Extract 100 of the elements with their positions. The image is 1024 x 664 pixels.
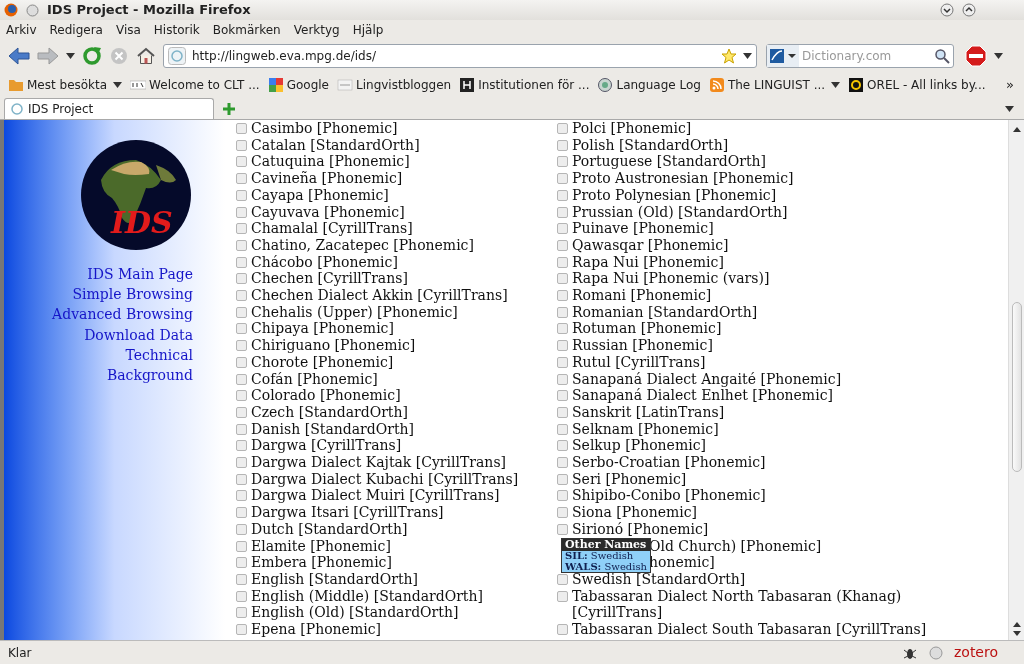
checkbox[interactable] bbox=[236, 507, 247, 519]
up-arrow-icon[interactable] bbox=[1012, 621, 1021, 627]
dropdown-icon[interactable] bbox=[743, 53, 752, 59]
checkbox[interactable] bbox=[236, 406, 247, 418]
nav-link[interactable]: Advanced Browsing bbox=[52, 304, 193, 325]
checkbox[interactable] bbox=[557, 440, 568, 452]
scroll-thumb[interactable] bbox=[1011, 302, 1022, 472]
checkbox[interactable] bbox=[557, 290, 568, 302]
checkbox[interactable] bbox=[236, 557, 247, 569]
checkbox[interactable] bbox=[557, 624, 568, 636]
menu-item[interactable]: Redigera bbox=[47, 21, 105, 39]
checkbox[interactable] bbox=[557, 206, 568, 218]
checkbox[interactable] bbox=[557, 223, 568, 235]
menu-item[interactable]: Verktyg bbox=[291, 21, 342, 39]
checkbox[interactable] bbox=[557, 390, 568, 402]
checkbox[interactable] bbox=[236, 423, 247, 435]
menu-item[interactable]: Hjälp bbox=[350, 21, 386, 39]
checkbox[interactable] bbox=[236, 189, 247, 201]
nav-link[interactable]: Simple Browsing bbox=[72, 284, 193, 305]
bookmark-link[interactable]: Google bbox=[267, 76, 329, 94]
address-field[interactable]: http://lingweb.eva.mpg.de/ids/ bbox=[192, 47, 715, 65]
browser-tab[interactable]: IDS Project bbox=[4, 98, 214, 119]
checkbox[interactable] bbox=[236, 290, 247, 302]
bookmark-link[interactable]: OREL - All links by... bbox=[848, 76, 986, 94]
checkbox[interactable] bbox=[557, 139, 568, 151]
dropdown-icon[interactable] bbox=[994, 53, 1003, 59]
search-bar[interactable]: Dictionary.com bbox=[766, 44, 954, 68]
checkbox[interactable] bbox=[236, 440, 247, 452]
checkbox[interactable] bbox=[236, 340, 247, 352]
checkbox[interactable] bbox=[236, 139, 247, 151]
bookmark-link[interactable]: Lingvistbloggen bbox=[337, 76, 452, 94]
checkbox[interactable] bbox=[236, 239, 247, 251]
checkbox[interactable] bbox=[557, 356, 568, 368]
checkbox[interactable] bbox=[557, 256, 568, 268]
checkbox[interactable] bbox=[557, 123, 568, 134]
reload-icon[interactable] bbox=[82, 46, 102, 66]
checkbox[interactable] bbox=[236, 490, 247, 502]
nav-link[interactable]: Technical bbox=[125, 344, 193, 365]
checkbox[interactable] bbox=[557, 156, 568, 168]
stop-icon[interactable] bbox=[109, 46, 129, 66]
down-arrow-icon[interactable] bbox=[1012, 631, 1021, 637]
search-field[interactable]: Dictionary.com bbox=[799, 47, 934, 65]
checkbox[interactable] bbox=[236, 574, 247, 585]
checkbox[interactable] bbox=[557, 239, 568, 251]
checkbox[interactable] bbox=[557, 457, 568, 469]
checkbox[interactable] bbox=[236, 273, 247, 285]
maximize-icon[interactable] bbox=[962, 3, 976, 17]
checkbox[interactable] bbox=[557, 490, 568, 502]
checkbox[interactable] bbox=[557, 273, 568, 285]
zotero-button[interactable]: zotero bbox=[953, 642, 998, 663]
star-icon[interactable] bbox=[721, 48, 737, 64]
checkbox[interactable] bbox=[557, 507, 568, 519]
checkbox[interactable] bbox=[236, 306, 247, 318]
checkbox[interactable] bbox=[236, 123, 247, 134]
new-tab-icon[interactable] bbox=[222, 102, 236, 116]
checkbox[interactable] bbox=[236, 223, 247, 235]
checkbox[interactable] bbox=[557, 523, 568, 535]
circle-button-icon[interactable] bbox=[26, 3, 39, 17]
more-bookmarks-button[interactable]: » bbox=[1006, 75, 1014, 95]
checkbox[interactable] bbox=[236, 607, 247, 619]
dropdown-icon[interactable] bbox=[1005, 106, 1014, 112]
checkbox[interactable] bbox=[557, 306, 568, 318]
minimize-icon[interactable] bbox=[940, 3, 954, 17]
checkbox[interactable] bbox=[557, 373, 568, 385]
checkbox[interactable] bbox=[236, 624, 247, 636]
checkbox[interactable] bbox=[557, 406, 568, 418]
checkbox[interactable] bbox=[557, 574, 568, 585]
bookmark-link[interactable]: Mest besökta bbox=[8, 76, 123, 94]
checkbox[interactable] bbox=[236, 590, 247, 602]
address-bar[interactable]: http://lingweb.eva.mpg.de/ids/ bbox=[163, 44, 757, 68]
badge-icon[interactable] bbox=[927, 644, 944, 661]
bookmark-link[interactable]: Welcome to CLT ... bbox=[130, 76, 260, 94]
nav-link[interactable]: Background bbox=[106, 365, 193, 386]
checkbox[interactable] bbox=[236, 390, 247, 402]
scrollbar[interactable] bbox=[1008, 120, 1024, 640]
dropdown-icon[interactable] bbox=[66, 53, 75, 59]
menu-item[interactable]: Visa bbox=[113, 21, 143, 39]
checkbox[interactable] bbox=[557, 423, 568, 435]
stop-sign-icon[interactable] bbox=[965, 45, 987, 67]
checkbox[interactable] bbox=[557, 323, 568, 335]
nav-link[interactable]: Download Data bbox=[84, 324, 193, 345]
checkbox[interactable] bbox=[557, 340, 568, 352]
bookmark-link[interactable]: Language Log bbox=[597, 76, 701, 94]
checkbox[interactable] bbox=[557, 590, 568, 602]
menu-item[interactable]: Arkiv bbox=[4, 21, 39, 39]
checkbox[interactable] bbox=[236, 373, 247, 385]
forward-arrow-icon[interactable] bbox=[37, 47, 59, 65]
checkbox[interactable] bbox=[236, 323, 247, 335]
checkbox[interactable] bbox=[236, 523, 247, 535]
menu-item[interactable]: Bokmärken bbox=[210, 21, 283, 39]
home-icon[interactable] bbox=[136, 46, 156, 66]
checkbox[interactable] bbox=[557, 473, 568, 485]
checkbox[interactable] bbox=[236, 540, 247, 552]
bookmark-link[interactable]: Institutionen för ... bbox=[459, 76, 590, 94]
back-arrow-icon[interactable] bbox=[8, 47, 30, 65]
search-icon[interactable] bbox=[934, 48, 950, 64]
checkbox[interactable] bbox=[236, 473, 247, 485]
checkbox[interactable] bbox=[557, 189, 568, 201]
checkbox[interactable] bbox=[236, 457, 247, 469]
checkbox[interactable] bbox=[236, 173, 247, 185]
